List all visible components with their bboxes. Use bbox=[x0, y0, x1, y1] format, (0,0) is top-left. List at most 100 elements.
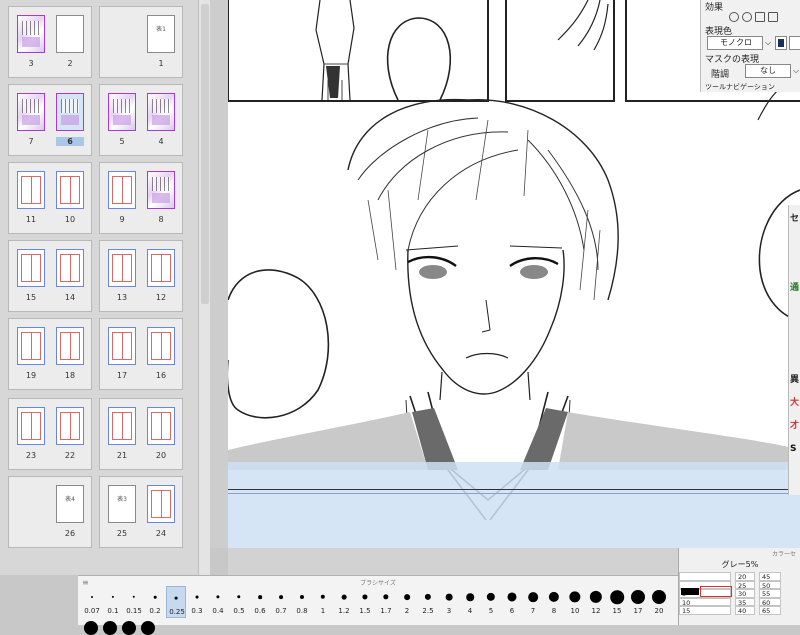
page-spread[interactable]: 19 18 bbox=[8, 318, 92, 390]
page-thumbnail[interactable] bbox=[56, 171, 84, 209]
palette-cell[interactable]: 30 bbox=[735, 589, 755, 598]
brush-size-option[interactable]: 0.6 bbox=[250, 586, 270, 618]
brush-size-option[interactable]: 0.8 bbox=[292, 586, 312, 618]
color-mode-select[interactable]: モノクロ bbox=[707, 36, 763, 50]
page-thumbnail[interactable] bbox=[17, 93, 45, 131]
page-thumbnail[interactable] bbox=[108, 93, 136, 131]
brush-size-option[interactable]: 15 bbox=[607, 586, 627, 618]
tool-strip-item[interactable]: 才 bbox=[790, 420, 800, 432]
palette-cell[interactable]: 50 bbox=[759, 580, 781, 590]
scroll-thumb[interactable] bbox=[201, 4, 209, 304]
sub-color-swatch[interactable] bbox=[789, 36, 800, 50]
brush-size-option[interactable]: 8 bbox=[544, 586, 564, 618]
brush-size-option[interactable]: 1.2 bbox=[334, 586, 354, 618]
dots-effect-icon[interactable] bbox=[755, 12, 765, 22]
page-thumbnail[interactable]: 表4 bbox=[56, 485, 84, 523]
page-thumbnail[interactable] bbox=[56, 407, 84, 445]
brush-size-option[interactable]: 5 bbox=[481, 586, 501, 618]
brush-size-option[interactable]: 0.5 bbox=[229, 586, 249, 618]
tool-strip-item[interactable]: セ bbox=[790, 213, 800, 225]
brush-dot[interactable] bbox=[141, 621, 155, 635]
chevron-down-icon[interactable]: ⌵ bbox=[793, 66, 799, 76]
brush-size-option[interactable]: 20 bbox=[649, 586, 669, 618]
page-spread[interactable]: 13 12 bbox=[99, 240, 183, 312]
brush-size-option[interactable]: 3 bbox=[439, 586, 459, 618]
page-spread[interactable]: 表3 25 24 bbox=[99, 476, 183, 548]
palette-cell[interactable]: 25 bbox=[735, 580, 755, 590]
palette-cell[interactable]: 35 bbox=[735, 597, 755, 607]
brush-size-option[interactable]: 1 bbox=[313, 586, 333, 618]
page-thumbnail[interactable] bbox=[147, 485, 175, 523]
page-spread[interactable]: 32 bbox=[8, 6, 92, 78]
tone-select[interactable]: なし bbox=[745, 64, 791, 78]
palette-cell[interactable]: 65 bbox=[759, 606, 781, 615]
brush-size-option[interactable]: 10 bbox=[565, 586, 585, 618]
tool-strip-item[interactable]: S bbox=[790, 443, 800, 455]
brush-dot[interactable] bbox=[103, 621, 117, 635]
page-spread[interactable]: 54 bbox=[99, 84, 183, 156]
page-thumbnail[interactable] bbox=[108, 327, 136, 365]
palette-cell[interactable]: 15 bbox=[679, 606, 731, 615]
page-thumbnail[interactable] bbox=[147, 93, 175, 131]
brush-size-option[interactable]: 0.4 bbox=[208, 586, 228, 618]
brush-size-option[interactable]: 12 bbox=[586, 586, 606, 618]
palette-cell[interactable]: 20 bbox=[735, 572, 755, 581]
brush-size-option[interactable]: 4 bbox=[460, 586, 480, 618]
brush-size-option[interactable]: 2.5 bbox=[418, 586, 438, 618]
page-thumbnail[interactable] bbox=[108, 407, 136, 445]
page-spread[interactable]: 15 14 bbox=[8, 240, 92, 312]
brush-size-option[interactable]: 0.1 bbox=[103, 586, 123, 618]
page-spread[interactable]: 76 bbox=[8, 84, 92, 156]
page-thumbnail[interactable] bbox=[56, 327, 84, 365]
page-thumbnail[interactable] bbox=[56, 15, 84, 53]
tool-strip-item[interactable] bbox=[790, 236, 800, 248]
page-thumbnail[interactable] bbox=[17, 407, 45, 445]
brush-size-option[interactable]: 0.7 bbox=[271, 586, 291, 618]
brush-size-option[interactable]: 0.15 bbox=[124, 586, 144, 618]
palette-cell[interactable]: 60 bbox=[759, 597, 781, 607]
palette-cell[interactable]: 10 bbox=[679, 597, 731, 607]
brush-size-option[interactable]: 0.3 bbox=[187, 586, 207, 618]
palette-cell[interactable]: 45 bbox=[759, 572, 781, 581]
palette-black-swatch[interactable] bbox=[681, 588, 699, 595]
ring-effect-icon[interactable] bbox=[742, 12, 752, 22]
page-thumbnail[interactable] bbox=[56, 93, 84, 131]
brush-size-option[interactable]: 1.5 bbox=[355, 586, 375, 618]
page-thumbnail[interactable]: 表1 bbox=[147, 15, 175, 53]
tool-strip-item[interactable] bbox=[790, 466, 800, 478]
tool-strip-item[interactable]: 通 bbox=[790, 282, 800, 294]
brush-dot[interactable] bbox=[122, 621, 136, 635]
page-thumbnail[interactable] bbox=[17, 327, 45, 365]
page-thumbnail[interactable]: 表3 bbox=[108, 485, 136, 523]
brush-size-option[interactable]: 0.25 bbox=[166, 586, 186, 618]
main-color-swatch[interactable] bbox=[775, 36, 787, 50]
brush-dot[interactable] bbox=[84, 621, 98, 635]
page-thumbnail[interactable] bbox=[147, 171, 175, 209]
page-spread[interactable]: 23 22 bbox=[8, 398, 92, 470]
brush-size-option[interactable]: 17 bbox=[628, 586, 648, 618]
page-spread[interactable]: 98 bbox=[99, 162, 183, 234]
page-thumbnail[interactable] bbox=[108, 249, 136, 287]
page-spread[interactable]: 表4 26 bbox=[8, 476, 92, 548]
brush-size-option[interactable]: 7 bbox=[523, 586, 543, 618]
page-spread[interactable]: 21 20 bbox=[99, 398, 183, 470]
page-thumbnail[interactable] bbox=[147, 407, 175, 445]
brush-size-option[interactable]: 6 bbox=[502, 586, 522, 618]
chevron-down-icon[interactable]: ⌵ bbox=[765, 38, 771, 48]
page-thumbnail[interactable] bbox=[17, 15, 45, 53]
tool-strip-item[interactable]: 異 bbox=[790, 374, 800, 386]
palette-cell[interactable] bbox=[679, 572, 731, 581]
page-thumbnail[interactable] bbox=[108, 171, 136, 209]
brush-size-option[interactable]: 1.7 bbox=[376, 586, 396, 618]
tool-strip-item[interactable] bbox=[790, 305, 800, 317]
grid-effect-icon[interactable] bbox=[768, 12, 778, 22]
page-spread[interactable]: 17 16 bbox=[99, 318, 183, 390]
page-thumbnail[interactable] bbox=[147, 249, 175, 287]
brush-size-option[interactable]: 2 bbox=[397, 586, 417, 618]
brush-size-option[interactable]: 0.07 bbox=[82, 586, 102, 618]
page-manager-scrollbar[interactable] bbox=[198, 0, 210, 575]
palette-cell[interactable]: 40 bbox=[735, 606, 755, 615]
page-spread[interactable]: 表1 1 bbox=[99, 6, 183, 78]
page-thumbnail[interactable] bbox=[56, 249, 84, 287]
tool-strip-item[interactable] bbox=[790, 328, 800, 340]
